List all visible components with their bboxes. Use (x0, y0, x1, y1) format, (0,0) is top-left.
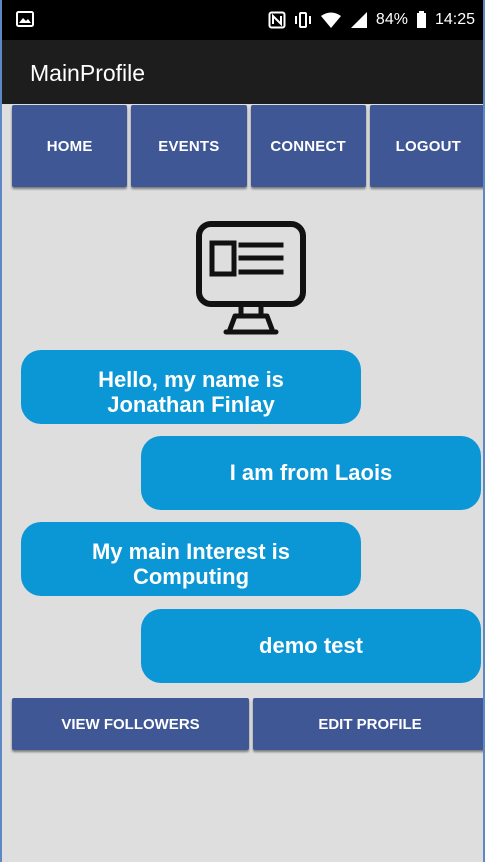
app-bar: MainProfile (2, 40, 483, 104)
profile-interest-bubble: My main Interest is Computing (21, 522, 361, 596)
status-bar: 84% 14:25 (2, 0, 483, 40)
battery-icon (416, 11, 427, 29)
connect-button[interactable]: CONNECT (250, 105, 366, 187)
monitor-profile-icon (192, 218, 310, 336)
view-followers-button[interactable]: VIEW FOLLOWERS (12, 698, 249, 750)
profile-name-text: Hello, my name is Jonathan Finlay (98, 367, 284, 417)
profile-interest-text: My main Interest is Computing (91, 539, 291, 589)
navigation-tabs: HOME EVENTS CONNECT LOGOUT (2, 104, 483, 190)
profile-demo-text: demo test (259, 633, 363, 658)
profile-location-text: I am from Laois (229, 460, 393, 485)
signal-icon (350, 11, 368, 29)
nfc-icon (268, 11, 286, 29)
app-screen: 84% 14:25 MainProfile HOME EVENTS CONNEC… (0, 0, 485, 862)
wifi-icon (320, 11, 342, 29)
profile-demo-bubble: demo test (141, 609, 481, 683)
profile-location-bubble: I am from Laois (141, 436, 481, 510)
clock-time: 14:25 (434, 11, 475, 28)
vibrate-icon (294, 11, 312, 29)
edit-profile-button[interactable]: EDIT PROFILE (253, 698, 483, 750)
image-icon (16, 11, 34, 27)
profile-name-bubble: Hello, my name is Jonathan Finlay (21, 350, 361, 424)
battery-percent: 84% (375, 11, 408, 28)
page-title: MainProfile (30, 60, 146, 86)
status-icons-group: 84% 14:25 (268, 9, 475, 31)
events-button[interactable]: EVENTS (131, 105, 247, 187)
home-button[interactable]: HOME (12, 105, 128, 187)
profile-actions: VIEW FOLLOWERS EDIT PROFILE (12, 698, 483, 754)
logout-button[interactable]: LOGOUT (369, 105, 483, 187)
